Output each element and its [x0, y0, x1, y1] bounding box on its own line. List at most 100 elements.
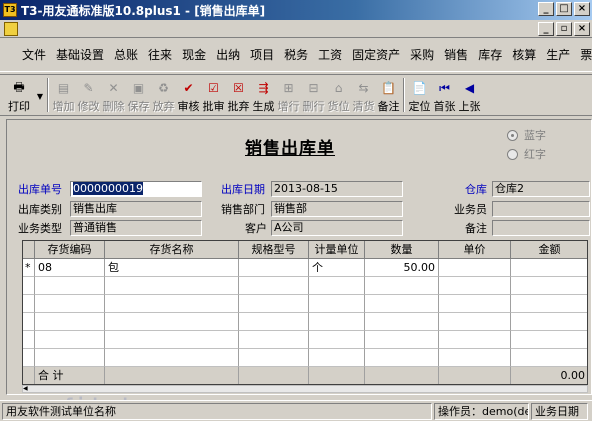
generate-button[interactable]: ⇶ 生成 — [251, 78, 276, 114]
warehouse-field[interactable]: 仓库2 — [492, 181, 590, 197]
note-button[interactable]: 📋 备注 — [376, 78, 401, 114]
mdi-minimize-icon[interactable]: _ — [538, 22, 554, 36]
menu-tax[interactable]: 税务 — [284, 46, 308, 63]
menu-payroll[interactable]: 工资 — [318, 46, 342, 63]
toolbar-separator — [47, 78, 49, 112]
mdi-restore-icon[interactable]: ▫ — [556, 22, 572, 36]
batch-approve-button[interactable]: ☑ 批审 — [201, 78, 226, 114]
col-header-qty[interactable]: 数量 — [365, 241, 439, 259]
mdi-bar: _ ▫ × — [0, 20, 592, 38]
maximize-icon[interactable]: □ — [556, 2, 572, 16]
col-header-code[interactable]: 存货编码 — [35, 241, 105, 259]
out-type-label: 出库类别 — [18, 203, 62, 216]
add-doc-icon: ▤ — [57, 81, 70, 95]
remark-field[interactable] — [492, 220, 590, 236]
batch-discard-icon: ☒ — [233, 81, 244, 95]
salesperson-label: 业务员 — [454, 203, 487, 216]
customer-label: 客户 — [245, 222, 267, 235]
close-icon[interactable]: × — [574, 2, 590, 16]
table-row[interactable]: * 08 包 个 50.00 — [23, 259, 587, 277]
row-marker: * — [23, 259, 35, 277]
cell-qty[interactable]: 50.00 — [365, 259, 439, 277]
sales-dept-field[interactable]: 销售部 — [271, 201, 403, 217]
add-row-button[interactable]: ⊞ 增行 — [276, 78, 301, 114]
toolbar-separator — [403, 78, 405, 112]
print-button[interactable]: 🖶 打印 — [3, 78, 35, 114]
out-type-field[interactable]: 销售出库 — [70, 201, 202, 217]
salesperson-field[interactable] — [492, 201, 590, 217]
out-date-field[interactable]: 2013-08-15 — [271, 181, 403, 197]
menu-project[interactable]: 项目 — [250, 46, 274, 63]
total-row: 合 计 0.00 — [23, 367, 587, 384]
radio-blue[interactable]: 蓝字 — [507, 127, 546, 143]
menu-purchase[interactable]: 采购 — [410, 46, 434, 63]
menu-transactions[interactable]: 往来 — [148, 46, 172, 63]
row-marker-header — [23, 241, 35, 259]
cell-price[interactable] — [439, 259, 511, 277]
menu-inventory[interactable]: 库存 — [478, 46, 502, 63]
customer-field[interactable]: A公司 — [271, 220, 403, 236]
menu-file[interactable]: 文件 — [22, 46, 46, 63]
col-header-amount[interactable]: 金额 — [511, 241, 587, 259]
prev-record-button[interactable]: ◀ 上张 — [457, 78, 482, 114]
delete-row-button[interactable]: ⊟ 删行 — [301, 78, 326, 114]
table-row[interactable] — [23, 277, 587, 295]
add-button[interactable]: ▤ 增加 — [51, 78, 76, 114]
window-controls: _ □ × — [538, 2, 590, 16]
col-header-unit[interactable]: 计量单位 — [309, 241, 365, 259]
col-header-name[interactable]: 存货名称 — [105, 241, 239, 259]
sales-dept-label: 销售部门 — [221, 203, 265, 216]
cell-unit[interactable]: 个 — [309, 259, 365, 277]
title-bar: T3 T3-用友通标准版10.8plus1 - [销售出库单] _ □ × — [0, 0, 592, 20]
first-record-button[interactable]: ⏮ 首张 — [432, 78, 457, 114]
location-button[interactable]: ⌂ 货位 — [326, 78, 351, 114]
menu-costing[interactable]: 核算 — [512, 46, 536, 63]
table-row[interactable] — [23, 349, 587, 367]
grid-horizontal-scrollbar[interactable]: ◀ — [22, 385, 588, 393]
locate-button[interactable]: 📄 定位 — [407, 78, 432, 114]
mdi-close-icon[interactable]: × — [574, 22, 590, 36]
window-title: T3-用友通标准版10.8plus1 - [销售出库单] — [21, 3, 266, 18]
discard-button[interactable]: ♻ 放弃 — [151, 78, 176, 114]
cell-name[interactable]: 包 — [105, 259, 239, 277]
batch-discard-button[interactable]: ☒ 批弃 — [226, 78, 251, 114]
app-icon[interactable]: T3 — [3, 3, 17, 17]
radio-red-dot-icon — [507, 148, 518, 160]
menu-sales[interactable]: 销售 — [444, 46, 468, 63]
radio-red[interactable]: 红字 — [507, 146, 546, 162]
menu-bills[interactable]: 票据 — [580, 46, 592, 63]
clear-goods-button[interactable]: ⇆ 清货 — [351, 78, 376, 114]
scroll-left-icon[interactable]: ◀ — [23, 385, 31, 393]
menu-production[interactable]: 生产 — [546, 46, 570, 63]
print-dropdown-icon[interactable]: ▼ — [35, 78, 45, 114]
remark-label: 备注 — [465, 222, 487, 235]
order-no-label: 出库单号 — [18, 183, 62, 196]
minimize-icon[interactable]: _ — [538, 2, 554, 16]
document-icon[interactable] — [4, 22, 18, 36]
menu-basic-settings[interactable]: 基础设置 — [56, 46, 104, 63]
save-button[interactable]: ▣ 保存 — [126, 78, 151, 114]
table-row[interactable] — [23, 331, 587, 349]
menu-fixed-assets[interactable]: 固定资产 — [352, 46, 400, 63]
menu-cashier[interactable]: 出纳 — [216, 46, 240, 63]
biz-type-field[interactable]: 普通销售 — [70, 220, 202, 236]
radio-red-label: 红字 — [524, 148, 546, 161]
modify-button[interactable]: ✎ 修改 — [76, 78, 101, 114]
col-header-price[interactable]: 单价 — [439, 241, 511, 259]
total-amount: 0.00 — [511, 367, 587, 384]
menu-cash[interactable]: 现金 — [182, 46, 206, 63]
cell-code[interactable]: 08 — [35, 259, 105, 277]
delete-button[interactable]: ✕ 删除 — [101, 78, 126, 114]
order-no-field[interactable]: 0000000019 — [70, 181, 202, 197]
table-row[interactable] — [23, 313, 587, 331]
locate-icon: 📄 — [412, 81, 427, 95]
note-icon: 📋 — [381, 81, 396, 95]
menu-general-ledger[interactable]: 总账 — [114, 46, 138, 63]
biz-type-label: 业务类型 — [18, 222, 62, 235]
table-row[interactable] — [23, 295, 587, 313]
status-biz-date: 业务日期 — [531, 402, 588, 420]
col-header-spec[interactable]: 规格型号 — [239, 241, 309, 259]
cell-amount[interactable] — [511, 259, 587, 277]
approve-button[interactable]: ✔ 审核 — [176, 78, 201, 114]
cell-spec[interactable] — [239, 259, 309, 277]
